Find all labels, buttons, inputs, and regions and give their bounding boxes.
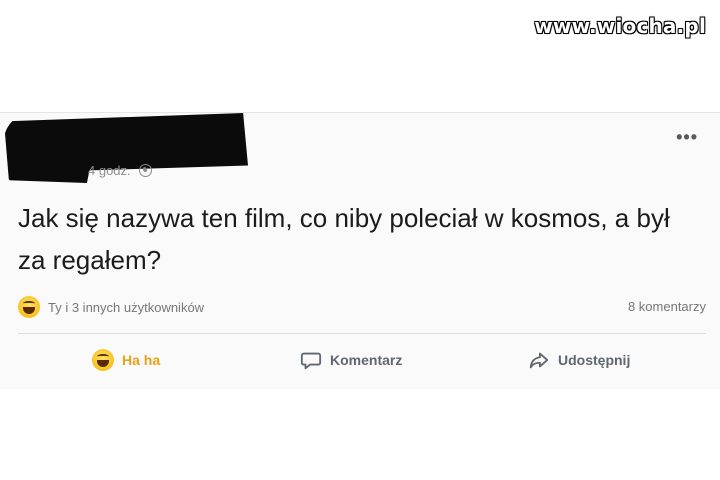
share-label: Udostępnij	[558, 352, 631, 368]
haha-emoji-icon	[18, 296, 40, 318]
watermark: www.wiocha.pl	[534, 14, 706, 38]
facebook-post: 4 godz. ••• Jak się nazywa ten film, co …	[0, 112, 720, 389]
post-meta: 4 godz.	[88, 163, 152, 178]
reactions-summary[interactable]: Ty i 3 innych użytkowników	[18, 296, 204, 318]
divider	[18, 333, 706, 334]
comment-icon	[300, 352, 322, 370]
haha-reaction-button[interactable]: Ha ha	[92, 349, 160, 371]
post-text: Jak się nazywa ten film, co niby polecia…	[18, 203, 670, 275]
share-icon	[529, 352, 549, 369]
share-button[interactable]: Udostępnij	[528, 349, 630, 371]
haha-emoji-icon	[92, 349, 114, 371]
reactions-text[interactable]: Ty i 3 innych użytkowników	[48, 300, 204, 315]
post-timestamp[interactable]: 4 godz.	[88, 163, 131, 178]
comment-label: Komentarz	[330, 352, 403, 368]
post-actions-bar: Ha ha Komentarz Udostępnij	[0, 349, 720, 379]
comments-count[interactable]: 8 komentarzy	[628, 299, 706, 314]
globe-icon	[138, 164, 152, 177]
more-options-icon[interactable]: •••	[676, 127, 698, 148]
haha-label: Ha ha	[122, 352, 161, 368]
comment-button[interactable]: Komentarz	[300, 349, 402, 371]
